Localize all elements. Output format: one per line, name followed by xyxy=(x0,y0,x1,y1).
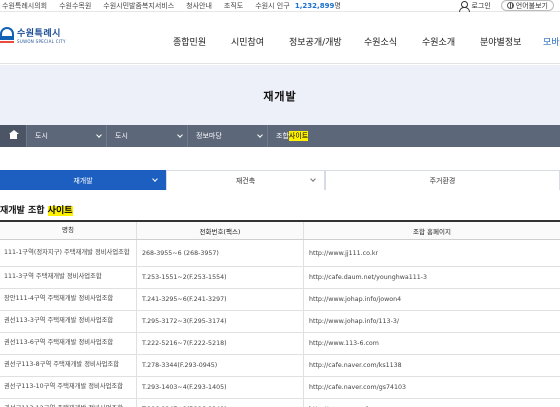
chevron-down-icon xyxy=(96,132,102,138)
association-homepage-link[interactable]: http://cafe.naver.com/ks1138 xyxy=(304,355,560,376)
chevron-down-icon xyxy=(310,176,316,182)
language-button[interactable]: 언어불보기 xyxy=(500,0,554,11)
population-count: 1,232,899 xyxy=(294,2,335,10)
nav-item-field-info[interactable]: 분야별정보 xyxy=(480,35,521,48)
table-body: 111-1구역(정자지구) 주택재개발 정비사업조합 268-3955~6 (2… xyxy=(0,240,560,407)
association-phone: T.293-1403~4(F.293-1405) xyxy=(137,377,304,398)
population-label: 수원시 인구 xyxy=(255,2,290,10)
column-header-phone: 전화번호(팩스) xyxy=(137,222,304,239)
tab-residential-environment[interactable]: 주거환경 xyxy=(325,170,560,190)
table-row: 권선113-6구역 주택재개발 정비사업조합 T.222-5216~7(F.22… xyxy=(0,333,560,355)
association-phone: T.222-5216~7(F.222-5218) xyxy=(137,333,304,354)
main-navigation: 종합민원 시민참여 정보공개/개방 수원소식 수원소개 분야별정보 모바 xyxy=(0,35,560,49)
content-tabs: 재개발 재건축 주거환경 xyxy=(0,170,560,190)
site-header: 수원특례시 SUWON SPECIAL CITY 종합민원 시민참여 정보공개/… xyxy=(0,13,560,64)
table-row: 권선구113-10구역 주택재개발 정비사업조합 T.293-1403~4(F.… xyxy=(0,377,560,399)
breadcrumb-level-4[interactable]: 조합 사이트 xyxy=(267,125,347,147)
population-counter: 수원시 인구 1,232,899명 xyxy=(255,1,341,11)
top-utility-bar: 수원특례시의회 수원수목원 수원시민발줌복지서비스 청사안내 조직도 수원시 인… xyxy=(0,0,560,12)
login-link[interactable]: 로그인 xyxy=(459,0,491,12)
nav-item-news[interactable]: 수원소식 xyxy=(364,35,397,48)
chevron-down-icon xyxy=(152,176,158,182)
association-phone: T.278-3344(F.293-0945) xyxy=(137,355,304,376)
association-phone: T.241-3295~6(F.241-3297) xyxy=(137,289,304,310)
nav-item-civil-service[interactable]: 종합민원 xyxy=(173,35,206,48)
association-phone: T.295-3172~3(F.295-3174) xyxy=(137,311,304,332)
table-header: 명칭 전화번호(팩스) 조합 홈페이지 xyxy=(0,222,560,240)
table-row: 장안111-4구역 주택재개발 정비사업조합 T.241-3295~6(F.24… xyxy=(0,289,560,311)
table-row: 권선113-3구역 주택재개발 정비사업조합 T.295-3172~3(F.29… xyxy=(0,311,560,333)
chevron-down-icon xyxy=(257,132,263,138)
breadcrumb-highlight: 사이트 xyxy=(288,131,309,141)
nav-item-mobile[interactable]: 모바 xyxy=(543,35,560,48)
tab-reconstruction[interactable]: 재건축 xyxy=(166,170,325,190)
utility-link-welfare[interactable]: 수원시민발줌복지서비스 xyxy=(103,1,174,11)
globe-icon xyxy=(506,2,514,9)
association-name: 권선113-6구역 주택재개발 정비사업조합 xyxy=(0,333,137,354)
association-homepage-link[interactable]: http://www.johap.info/jowon4 xyxy=(304,289,560,310)
utility-link-arboretum[interactable]: 수원수목원 xyxy=(59,1,91,11)
page-title: 재개발 xyxy=(263,90,297,103)
utility-link-council[interactable]: 수원특례시의회 xyxy=(2,1,47,11)
association-homepage-link[interactable]: http://www.jj111.co.kr xyxy=(304,240,560,266)
association-homepage-link[interactable]: http://www.suwon1.com xyxy=(304,399,560,407)
association-table: 명칭 전화번호(팩스) 조합 홈페이지 111-1구역(정자지구) 주택재개발 … xyxy=(0,220,560,407)
table-row: 111-1구역(정자지구) 주택재개발 정비사업조합 268-3955~6 (2… xyxy=(0,240,560,267)
chevron-down-icon xyxy=(177,132,183,138)
breadcrumb-level-1[interactable]: 도시 xyxy=(26,125,106,147)
user-icon xyxy=(459,0,471,12)
association-homepage-link[interactable]: http://cafe.naver.com/gs74103 xyxy=(304,377,560,398)
utility-links: 수원특례시의회 수원수목원 수원시민발줌복지서비스 청사안내 조직도 수원시 인… xyxy=(2,1,353,11)
section-title-text: 재개발 조합 xyxy=(0,206,48,216)
table-row: 111-3구역 주택재개발 정비사업조합 T.253-1551~2(F.253-… xyxy=(0,267,560,289)
login-label: 로그인 xyxy=(471,1,491,10)
breadcrumb-level-2[interactable]: 도시 xyxy=(106,125,187,147)
population-unit: 명 xyxy=(334,2,341,10)
breadcrumb-level-3[interactable]: 정보마당 xyxy=(187,125,267,147)
home-icon xyxy=(8,130,19,141)
tab-label: 주거환경 xyxy=(429,176,456,185)
association-name: 권선113-3구역 주택재개발 정비사업조합 xyxy=(0,311,137,332)
home-button[interactable] xyxy=(0,125,26,147)
nav-item-about[interactable]: 수원소개 xyxy=(422,35,455,48)
association-name: 장안111-4구역 주택재개발 정비사업조합 xyxy=(0,289,137,310)
breadcrumb-label: 도시 xyxy=(115,132,128,140)
page-banner: 재개발 xyxy=(0,65,560,125)
association-phone: 268-3955~6 (268-3957) xyxy=(137,240,304,266)
tab-label: 재건축 xyxy=(235,176,256,185)
top-right-actions: 로그인 언어불보기 xyxy=(459,0,554,12)
association-name: 권선구113-8구역 주택재개발 정비사업조합 xyxy=(0,355,137,376)
association-name: 111-3구역 주택재개발 정비사업조합 xyxy=(0,267,137,288)
nav-item-info-disclosure[interactable]: 정보공개/개방 xyxy=(289,35,342,48)
column-header-name: 명칭 xyxy=(0,222,137,239)
association-phone: T.253-1551~2(F.253-1554) xyxy=(137,267,304,288)
breadcrumb-label: 도시 xyxy=(35,132,48,140)
breadcrumb-label: 정보마당 xyxy=(196,132,222,140)
language-label: 언어불보기 xyxy=(515,1,548,10)
association-homepage-link[interactable]: http://cafe.daum.net/younghwa111-3 xyxy=(304,267,560,288)
nav-item-participation[interactable]: 시민참여 xyxy=(231,35,264,48)
utility-link-org-chart[interactable]: 조직도 xyxy=(224,1,243,11)
tab-redevelopment[interactable]: 재개발 xyxy=(0,170,166,190)
breadcrumb-label: 조합 xyxy=(276,132,289,140)
association-name: 권선구113-10구역 주택재개발 정비사업조합 xyxy=(0,377,137,398)
association-homepage-link[interactable]: http://www.113-6.com xyxy=(304,333,560,354)
tab-label: 재개발 xyxy=(73,176,93,185)
section-title-highlight: 사이트 xyxy=(47,206,73,216)
association-name: 111-1구역(정자지구) 주택재개발 정비사업조합 xyxy=(0,240,137,266)
table-row: 권선구113-8구역 주택재개발 정비사업조합 T.278-3344(F.293… xyxy=(0,355,560,377)
breadcrumb: 도시 도시 정보마당 조합 사이트 xyxy=(0,125,560,147)
column-header-homepage: 조합 홈페이지 xyxy=(413,227,451,236)
association-phone: T.296-8247~8(F.296-8249) xyxy=(137,399,304,407)
association-homepage-link[interactable]: http://www.johap.info/113-3/ xyxy=(304,311,560,332)
table-row: 권선구113-12구역 주택재개발 정비사업조합 T.296-8247~8(F.… xyxy=(0,399,560,407)
association-name: 권선구113-12구역 주택재개발 정비사업조합 xyxy=(0,399,137,407)
utility-link-building-guide[interactable]: 청사안내 xyxy=(186,1,212,11)
section-title: 재개발 조합 사이트 xyxy=(0,203,73,216)
